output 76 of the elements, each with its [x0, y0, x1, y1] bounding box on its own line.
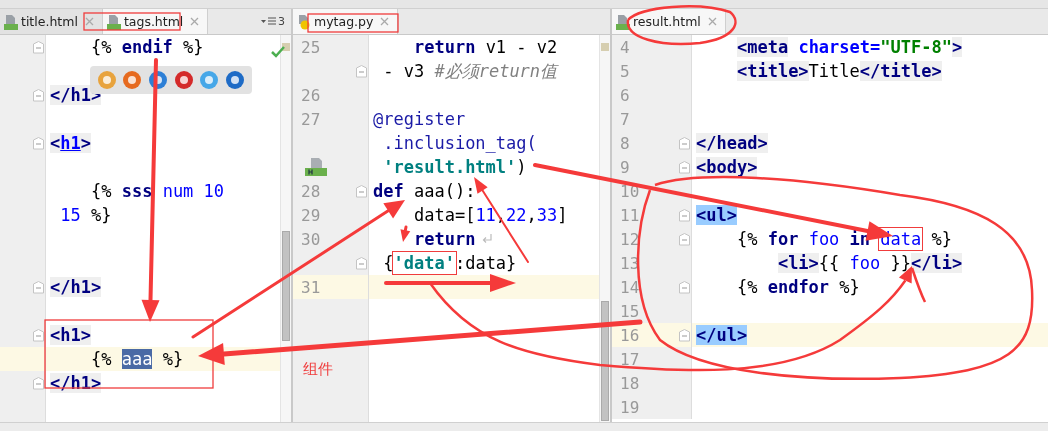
fold-icon[interactable]: [679, 328, 690, 342]
fold-icon[interactable]: [679, 280, 690, 294]
fold-icon[interactable]: [356, 184, 367, 198]
line-number: 14: [619, 277, 640, 297]
code-line: .inclusion_tag(: [383, 133, 537, 153]
browser-icon[interactable]: [225, 70, 246, 90]
fold-icon[interactable]: [679, 160, 690, 174]
code-line: {% aaa %}: [90, 349, 184, 369]
line-number: 18: [619, 373, 640, 393]
code-line: return v1 - v2: [413, 37, 558, 57]
line-number: 26: [300, 85, 321, 105]
close-icon[interactable]: [190, 17, 200, 26]
checkmark-icon: [271, 46, 285, 58]
file-icon: [4, 13, 18, 30]
code-line: {% endfor %}: [736, 277, 860, 297]
code-line: <h1>: [50, 133, 91, 153]
browser-icon[interactable]: [199, 70, 220, 90]
line-number: 16: [619, 325, 640, 345]
code-line: @register: [373, 109, 466, 129]
line-number: 17: [619, 349, 640, 369]
fold-icon[interactable]: [33, 376, 44, 390]
fold-icon[interactable]: [33, 136, 44, 150]
html-file-icon[interactable]: [305, 158, 327, 176]
annotation-text: 组件: [303, 360, 333, 379]
fold-icon[interactable]: [33, 280, 44, 294]
fold-icon[interactable]: [679, 208, 690, 222]
line-number: 9: [619, 157, 630, 177]
code-line: 15 %}: [60, 205, 112, 225]
code-line: {'data':data}: [383, 253, 517, 273]
file-icon: [106, 13, 121, 30]
error-stripe-mark[interactable]: [282, 43, 290, 51]
line-number: 11: [619, 205, 640, 225]
line-number: 12: [619, 229, 640, 249]
line-number: 4: [619, 37, 630, 57]
line-number: 19: [619, 397, 640, 417]
fold-icon[interactable]: [33, 40, 44, 54]
close-icon[interactable]: [84, 17, 94, 26]
line-number: 8: [619, 133, 630, 153]
line-number: 30: [300, 229, 321, 249]
code-line: <title>Title</title>: [736, 61, 942, 81]
line-number: 15: [619, 301, 640, 321]
fold-icon[interactable]: [679, 232, 690, 246]
scrollbar-thumb[interactable]: [601, 301, 609, 421]
fold-icon[interactable]: [679, 136, 690, 150]
line-number: 7: [619, 109, 630, 129]
fold-icon[interactable]: [33, 328, 44, 342]
line-number: 27: [300, 109, 321, 129]
fold-icon[interactable]: [33, 88, 44, 102]
line-number: 28: [300, 181, 321, 201]
code-line: <li>{{ foo }}</li>: [777, 253, 963, 273]
code-line: {% sss num 10: [90, 181, 225, 201]
close-icon[interactable]: [380, 17, 390, 26]
editor-tab[interactable]: title.html: [0, 9, 103, 34]
code-line: {% endif %}: [90, 37, 204, 57]
error-stripe-mark[interactable]: [601, 43, 609, 51]
line-number: 5: [619, 61, 630, 81]
code-line: 'result.html'): [383, 157, 527, 177]
line-number: 29: [300, 205, 321, 225]
code-line: - v3 #必须return值: [383, 60, 558, 81]
fold-icon[interactable]: [356, 64, 367, 78]
code-line: <meta charset="UTF-8">: [736, 37, 963, 57]
close-icon[interactable]: [707, 17, 717, 26]
file-icon: [616, 13, 630, 30]
code-line: return: [413, 229, 476, 249]
list-icon: [261, 17, 277, 26]
line-number: 31: [300, 277, 321, 297]
code-line: def aaa():: [373, 181, 476, 201]
browser-icon[interactable]: [122, 70, 143, 90]
tab-list-button[interactable]: 3: [255, 9, 291, 34]
line-number: 6: [619, 85, 630, 105]
browser-icon[interactable]: [148, 70, 169, 90]
line-number: 25: [300, 37, 321, 57]
fold-icon[interactable]: [356, 256, 367, 270]
editor-tab[interactable]: result.html: [612, 9, 726, 34]
browser-icon[interactable]: [173, 70, 194, 90]
scrollbar-thumb[interactable]: [282, 231, 290, 341]
